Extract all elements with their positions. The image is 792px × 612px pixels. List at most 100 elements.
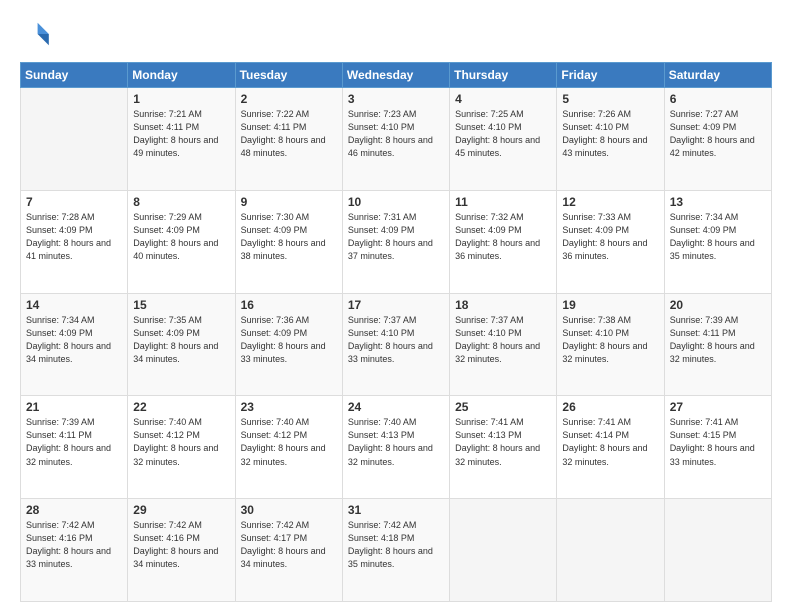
day-number: 8 <box>133 195 229 209</box>
calendar-cell: 18 Sunrise: 7:37 AMSunset: 4:10 PMDaylig… <box>450 293 557 396</box>
day-number: 14 <box>26 298 122 312</box>
calendar-cell: 14 Sunrise: 7:34 AMSunset: 4:09 PMDaylig… <box>21 293 128 396</box>
day-info: Sunrise: 7:38 AMSunset: 4:10 PMDaylight:… <box>562 315 647 364</box>
day-info: Sunrise: 7:25 AMSunset: 4:10 PMDaylight:… <box>455 109 540 158</box>
day-number: 28 <box>26 503 122 517</box>
day-info: Sunrise: 7:39 AMSunset: 4:11 PMDaylight:… <box>670 315 755 364</box>
header <box>20 18 772 50</box>
day-number: 27 <box>670 400 766 414</box>
calendar-header-row: SundayMondayTuesdayWednesdayThursdayFrid… <box>21 63 772 88</box>
day-info: Sunrise: 7:21 AMSunset: 4:11 PMDaylight:… <box>133 109 218 158</box>
calendar-cell <box>664 499 771 602</box>
day-number: 11 <box>455 195 551 209</box>
day-info: Sunrise: 7:37 AMSunset: 4:10 PMDaylight:… <box>348 315 433 364</box>
weekday-header-tuesday: Tuesday <box>235 63 342 88</box>
day-number: 17 <box>348 298 444 312</box>
calendar-cell: 24 Sunrise: 7:40 AMSunset: 4:13 PMDaylig… <box>342 396 449 499</box>
day-info: Sunrise: 7:40 AMSunset: 4:12 PMDaylight:… <box>133 417 218 466</box>
logo-icon <box>20 18 52 50</box>
day-number: 25 <box>455 400 551 414</box>
calendar-week-5: 28 Sunrise: 7:42 AMSunset: 4:16 PMDaylig… <box>21 499 772 602</box>
calendar-cell: 7 Sunrise: 7:28 AMSunset: 4:09 PMDayligh… <box>21 190 128 293</box>
weekday-header-wednesday: Wednesday <box>342 63 449 88</box>
day-info: Sunrise: 7:27 AMSunset: 4:09 PMDaylight:… <box>670 109 755 158</box>
day-number: 10 <box>348 195 444 209</box>
day-info: Sunrise: 7:29 AMSunset: 4:09 PMDaylight:… <box>133 212 218 261</box>
calendar-cell: 22 Sunrise: 7:40 AMSunset: 4:12 PMDaylig… <box>128 396 235 499</box>
calendar-cell: 5 Sunrise: 7:26 AMSunset: 4:10 PMDayligh… <box>557 88 664 191</box>
calendar-week-2: 7 Sunrise: 7:28 AMSunset: 4:09 PMDayligh… <box>21 190 772 293</box>
weekday-header-sunday: Sunday <box>21 63 128 88</box>
calendar-cell <box>557 499 664 602</box>
calendar-cell: 12 Sunrise: 7:33 AMSunset: 4:09 PMDaylig… <box>557 190 664 293</box>
day-number: 19 <box>562 298 658 312</box>
day-info: Sunrise: 7:41 AMSunset: 4:13 PMDaylight:… <box>455 417 540 466</box>
calendar-cell: 9 Sunrise: 7:30 AMSunset: 4:09 PMDayligh… <box>235 190 342 293</box>
calendar-week-1: 1 Sunrise: 7:21 AMSunset: 4:11 PMDayligh… <box>21 88 772 191</box>
calendar: SundayMondayTuesdayWednesdayThursdayFrid… <box>20 62 772 602</box>
day-number: 4 <box>455 92 551 106</box>
day-number: 15 <box>133 298 229 312</box>
day-number: 1 <box>133 92 229 106</box>
day-number: 13 <box>670 195 766 209</box>
day-info: Sunrise: 7:33 AMSunset: 4:09 PMDaylight:… <box>562 212 647 261</box>
calendar-cell: 28 Sunrise: 7:42 AMSunset: 4:16 PMDaylig… <box>21 499 128 602</box>
day-info: Sunrise: 7:28 AMSunset: 4:09 PMDaylight:… <box>26 212 111 261</box>
calendar-cell: 3 Sunrise: 7:23 AMSunset: 4:10 PMDayligh… <box>342 88 449 191</box>
calendar-cell: 11 Sunrise: 7:32 AMSunset: 4:09 PMDaylig… <box>450 190 557 293</box>
day-info: Sunrise: 7:41 AMSunset: 4:15 PMDaylight:… <box>670 417 755 466</box>
day-info: Sunrise: 7:39 AMSunset: 4:11 PMDaylight:… <box>26 417 111 466</box>
weekday-header-monday: Monday <box>128 63 235 88</box>
day-number: 29 <box>133 503 229 517</box>
day-info: Sunrise: 7:34 AMSunset: 4:09 PMDaylight:… <box>670 212 755 261</box>
day-number: 5 <box>562 92 658 106</box>
day-number: 6 <box>670 92 766 106</box>
calendar-cell: 29 Sunrise: 7:42 AMSunset: 4:16 PMDaylig… <box>128 499 235 602</box>
calendar-cell: 15 Sunrise: 7:35 AMSunset: 4:09 PMDaylig… <box>128 293 235 396</box>
day-info: Sunrise: 7:41 AMSunset: 4:14 PMDaylight:… <box>562 417 647 466</box>
day-info: Sunrise: 7:31 AMSunset: 4:09 PMDaylight:… <box>348 212 433 261</box>
day-info: Sunrise: 7:34 AMSunset: 4:09 PMDaylight:… <box>26 315 111 364</box>
day-info: Sunrise: 7:23 AMSunset: 4:10 PMDaylight:… <box>348 109 433 158</box>
calendar-cell: 19 Sunrise: 7:38 AMSunset: 4:10 PMDaylig… <box>557 293 664 396</box>
day-number: 22 <box>133 400 229 414</box>
calendar-cell: 17 Sunrise: 7:37 AMSunset: 4:10 PMDaylig… <box>342 293 449 396</box>
day-info: Sunrise: 7:42 AMSunset: 4:17 PMDaylight:… <box>241 520 326 569</box>
day-number: 9 <box>241 195 337 209</box>
day-number: 16 <box>241 298 337 312</box>
day-number: 24 <box>348 400 444 414</box>
calendar-cell: 21 Sunrise: 7:39 AMSunset: 4:11 PMDaylig… <box>21 396 128 499</box>
calendar-cell: 27 Sunrise: 7:41 AMSunset: 4:15 PMDaylig… <box>664 396 771 499</box>
day-info: Sunrise: 7:26 AMSunset: 4:10 PMDaylight:… <box>562 109 647 158</box>
calendar-cell <box>450 499 557 602</box>
calendar-cell: 6 Sunrise: 7:27 AMSunset: 4:09 PMDayligh… <box>664 88 771 191</box>
calendar-week-4: 21 Sunrise: 7:39 AMSunset: 4:11 PMDaylig… <box>21 396 772 499</box>
day-number: 21 <box>26 400 122 414</box>
weekday-header-saturday: Saturday <box>664 63 771 88</box>
day-number: 31 <box>348 503 444 517</box>
day-info: Sunrise: 7:42 AMSunset: 4:18 PMDaylight:… <box>348 520 433 569</box>
day-info: Sunrise: 7:36 AMSunset: 4:09 PMDaylight:… <box>241 315 326 364</box>
calendar-cell: 10 Sunrise: 7:31 AMSunset: 4:09 PMDaylig… <box>342 190 449 293</box>
calendar-cell: 2 Sunrise: 7:22 AMSunset: 4:11 PMDayligh… <box>235 88 342 191</box>
day-number: 26 <box>562 400 658 414</box>
calendar-week-3: 14 Sunrise: 7:34 AMSunset: 4:09 PMDaylig… <box>21 293 772 396</box>
day-number: 18 <box>455 298 551 312</box>
logo <box>20 18 56 50</box>
day-info: Sunrise: 7:22 AMSunset: 4:11 PMDaylight:… <box>241 109 326 158</box>
page: SundayMondayTuesdayWednesdayThursdayFrid… <box>0 0 792 612</box>
day-info: Sunrise: 7:42 AMSunset: 4:16 PMDaylight:… <box>133 520 218 569</box>
day-info: Sunrise: 7:32 AMSunset: 4:09 PMDaylight:… <box>455 212 540 261</box>
calendar-cell: 4 Sunrise: 7:25 AMSunset: 4:10 PMDayligh… <box>450 88 557 191</box>
day-number: 30 <box>241 503 337 517</box>
day-info: Sunrise: 7:30 AMSunset: 4:09 PMDaylight:… <box>241 212 326 261</box>
day-info: Sunrise: 7:37 AMSunset: 4:10 PMDaylight:… <box>455 315 540 364</box>
calendar-cell: 13 Sunrise: 7:34 AMSunset: 4:09 PMDaylig… <box>664 190 771 293</box>
day-info: Sunrise: 7:35 AMSunset: 4:09 PMDaylight:… <box>133 315 218 364</box>
day-info: Sunrise: 7:40 AMSunset: 4:12 PMDaylight:… <box>241 417 326 466</box>
calendar-cell: 20 Sunrise: 7:39 AMSunset: 4:11 PMDaylig… <box>664 293 771 396</box>
calendar-cell: 8 Sunrise: 7:29 AMSunset: 4:09 PMDayligh… <box>128 190 235 293</box>
calendar-cell: 30 Sunrise: 7:42 AMSunset: 4:17 PMDaylig… <box>235 499 342 602</box>
weekday-header-thursday: Thursday <box>450 63 557 88</box>
calendar-cell: 1 Sunrise: 7:21 AMSunset: 4:11 PMDayligh… <box>128 88 235 191</box>
